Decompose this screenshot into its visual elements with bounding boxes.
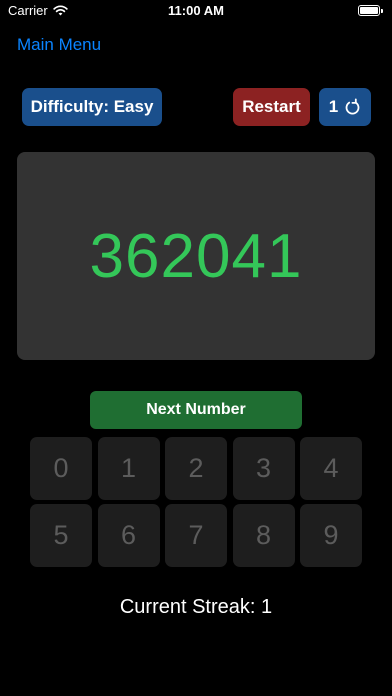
battery-fill — [360, 7, 378, 14]
key-2[interactable]: 2 — [165, 437, 227, 500]
key-7[interactable]: 7 — [165, 504, 227, 567]
difficulty-button[interactable]: Difficulty: Easy — [22, 88, 162, 126]
main-menu-link[interactable]: Main Menu — [17, 35, 101, 55]
number-display: 362041 — [17, 152, 375, 360]
status-bar: Carrier 11:00 AM — [0, 0, 392, 24]
next-number-button[interactable]: Next Number — [90, 391, 302, 429]
display-number: 362041 — [89, 221, 303, 291]
key-6[interactable]: 6 — [97, 504, 160, 567]
refresh-counter-value: 1 — [328, 97, 339, 116]
key-0[interactable]: 0 — [30, 437, 92, 500]
restart-button[interactable]: Restart — [233, 88, 310, 126]
key-5[interactable]: 5 — [30, 504, 92, 567]
keypad: 0 1 2 3 4 5 6 7 8 9 — [30, 437, 362, 567]
key-8[interactable]: 8 — [232, 504, 295, 567]
battery-icon — [358, 5, 383, 16]
refresh-icon — [345, 98, 360, 115]
current-streak: Current Streak: 1 — [119, 596, 273, 618]
key-4[interactable]: 4 — [300, 437, 362, 500]
status-time: 11:00 AM — [168, 3, 224, 18]
refresh-counter-button[interactable]: 1 — [319, 88, 371, 126]
key-9[interactable]: 9 — [300, 504, 362, 567]
key-3[interactable]: 3 — [232, 437, 295, 500]
key-1[interactable]: 1 — [97, 437, 160, 500]
